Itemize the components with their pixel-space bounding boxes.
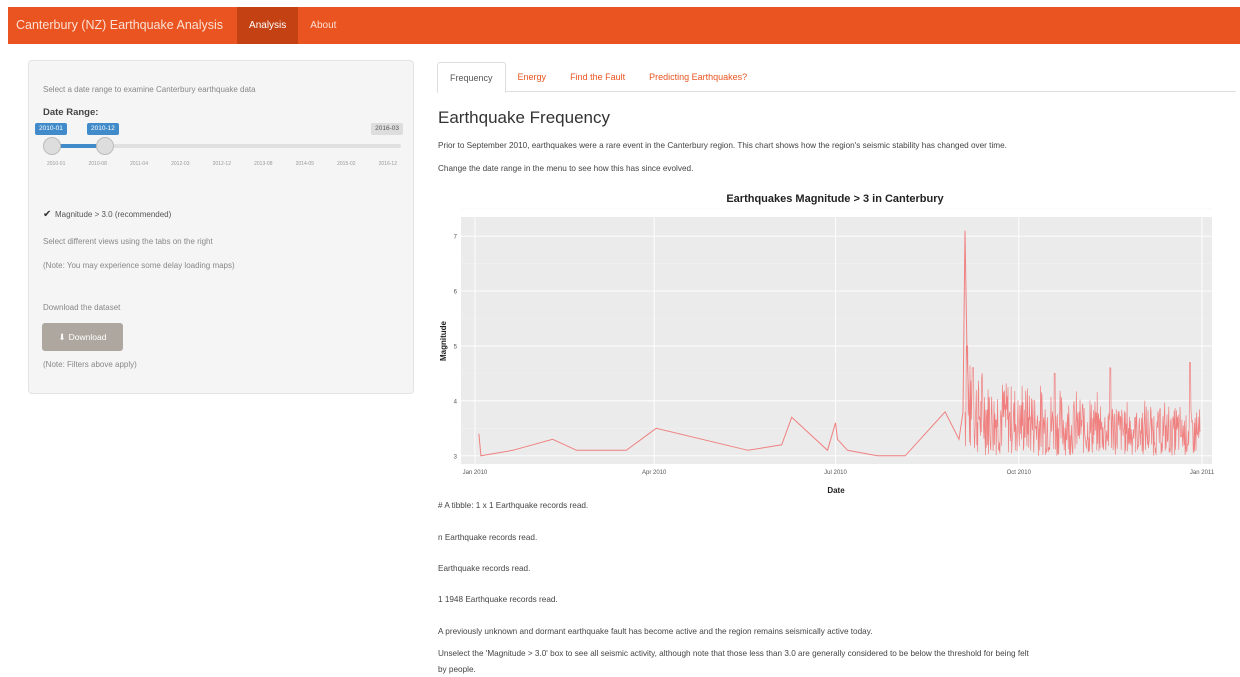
slider-max-label: 2016-03 [371,123,403,135]
checkmark-icon[interactable]: ✔ [43,210,52,220]
output-line-3: Earthquake records read. [438,564,531,573]
threshold-paragraph: Unselect the 'Magnitude > 3.0' box to se… [438,649,1029,658]
frequency-chart: Earthquakes Magnitude > 3 in Canterbury … [439,193,1215,495]
y-axis-ticks: 3 4 5 6 7 [454,235,458,461]
slider-to-handle[interactable] [96,137,114,155]
date-range-slider[interactable]: 2010-01 2010-12 2016-03 2010-01 2010-08 … [35,123,405,173]
delay-note: (Note: You may experience some delay loa… [43,261,235,270]
page-title: Earthquake Frequency [438,108,610,127]
filters-note: (Note: Filters above apply) [43,360,137,369]
tab-energy[interactable]: Energy [506,62,559,92]
slider-tick: 2010-01 [47,161,66,167]
tabs-note: Select different views using the tabs on… [43,237,213,246]
download-heading: Download the dataset [43,303,121,312]
y-tick-label: 6 [454,290,458,296]
slider-ticks: 2010-01 2010-08 2011-04 2012-03 2012-12 … [39,161,405,167]
sidebar-panel: Select a date range to examine Canterbur… [28,60,414,394]
fault-paragraph: A previously unknown and dormant earthqu… [438,627,873,636]
slider-tick: 2012-03 [171,161,190,167]
date-range-label: Date Range: [43,107,99,118]
intro-paragraph: Prior to September 2010, earthquakes wer… [438,141,1007,150]
tab-frequency[interactable]: Frequency [437,62,506,93]
magnitude-filter-checkbox[interactable]: ✔ Magnitude > 3.0 (recommended) [43,210,172,220]
slider-tick: 2013-08 [254,161,273,167]
y-tick-label: 7 [454,235,458,241]
y-tick-label: 4 [454,399,458,405]
slider-tick: 2015-02 [337,161,356,167]
slider-from-handle[interactable] [43,137,61,155]
slider-tick: 2016-12 [378,161,397,167]
download-button-label: Download [68,332,107,342]
threshold-paragraph-end: by people. [438,665,476,674]
y-tick-label: 3 [454,454,458,460]
tab-predicting-earthquakes[interactable]: Predicting Earthquakes? [637,62,759,92]
tab-bar: Frequency Energy Find the Fault Predicti… [437,62,1236,93]
output-line-1: # A tibble: 1 x 1 Earthquake records rea… [438,501,589,510]
x-tick-label: Jul 2010 [824,470,847,476]
download-button[interactable]: ⬇ Download [42,323,123,351]
sidebar-intro: Select a date range to examine Canterbur… [43,85,256,94]
navbar: Canterbury (NZ) Earthquake Analysis Anal… [8,7,1240,44]
x-tick-label: Jan 2010 [463,470,488,476]
x-axis-label: Date [827,486,845,495]
output-line-2: n Earthquake records read. [438,533,538,542]
slider-tick: 2014-05 [295,161,314,167]
x-tick-label: Apr 2010 [642,470,667,476]
slider-to-label: 2010-12 [87,123,119,135]
output-line-4: 1 1948 Earthquake records read. [438,595,558,604]
slider-tick: 2011-04 [130,161,148,167]
slider-tick: 2010-08 [88,161,107,167]
y-tick-label: 5 [454,344,458,350]
slider-tick: 2012-12 [212,161,231,167]
x-tick-label: Oct 2010 [1007,470,1032,476]
chart-title: Earthquakes Magnitude > 3 in Canterbury [726,193,944,205]
nav-analysis[interactable]: Analysis [237,7,299,44]
app-brand[interactable]: Canterbury (NZ) Earthquake Analysis [8,7,237,44]
download-icon: ⬇ [58,331,66,342]
checkbox-label: Magnitude > 3.0 (recommended) [55,210,172,219]
date-range-hint: Change the date range in the menu to see… [438,164,694,173]
nav-about[interactable]: About [298,7,348,44]
y-axis-label: Magnitude [439,320,448,361]
tab-find-the-fault[interactable]: Find the Fault [558,62,637,92]
x-axis-ticks: Jan 2010 Apr 2010 Jul 2010 Oct 2010 Jan 2011 [463,470,1215,476]
slider-from-label: 2010-01 [35,123,67,135]
x-tick-label: Jan 2011 [1190,470,1215,476]
